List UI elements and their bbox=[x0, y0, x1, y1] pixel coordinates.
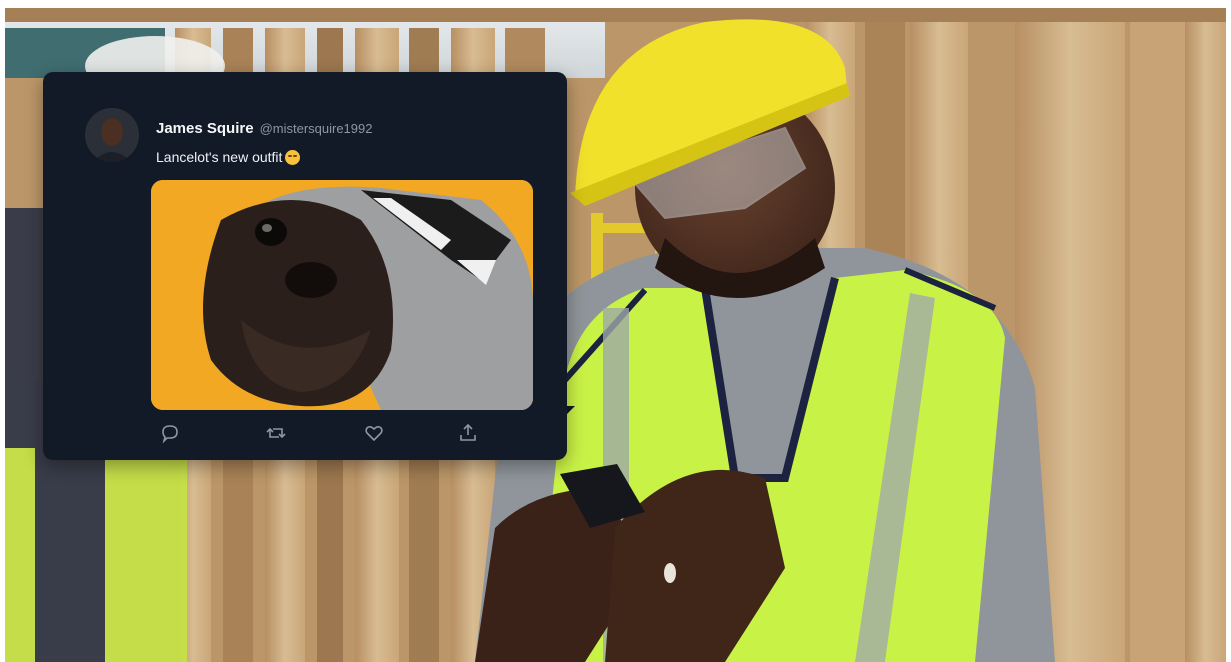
heart-icon[interactable] bbox=[363, 422, 385, 444]
tweet-actions bbox=[151, 422, 481, 446]
display-name[interactable]: James Squire bbox=[156, 120, 254, 137]
tweet-text: Lancelot's new outfit bbox=[156, 149, 283, 165]
tweet-card[interactable]: James Squire @mistersquire1992 Lancelot's… bbox=[43, 72, 567, 460]
share-icon[interactable] bbox=[457, 422, 479, 444]
laughing-face-emoji-icon: laughing-face-emoji bbox=[285, 150, 301, 165]
user-handle[interactable]: @mistersquire1992 bbox=[260, 121, 373, 136]
comment-icon[interactable] bbox=[159, 422, 181, 444]
avatar[interactable] bbox=[85, 108, 139, 162]
retweet-icon[interactable] bbox=[265, 422, 287, 444]
tweet-image[interactable] bbox=[151, 180, 533, 410]
video-frame: James Squire @mistersquire1992 Lancelot's… bbox=[5, 8, 1226, 662]
